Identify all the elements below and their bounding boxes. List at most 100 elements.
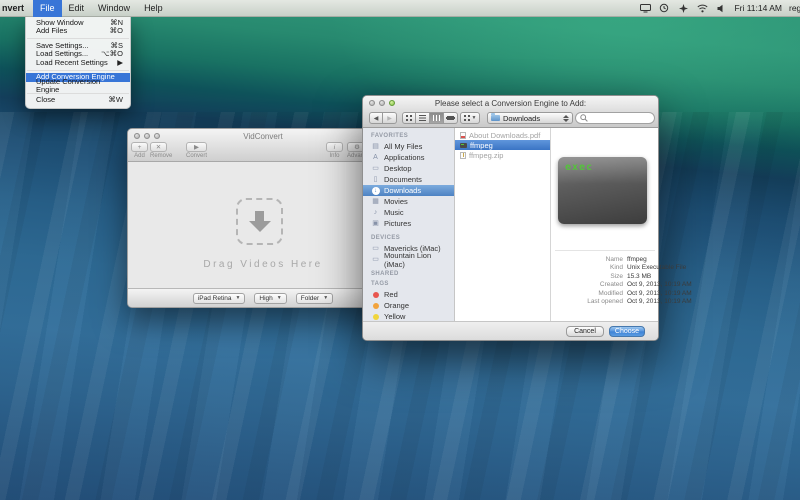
executable-file-icon [460,143,467,148]
grid-icon [464,115,470,121]
remove-button[interactable]: ✕ Remove [150,142,167,159]
file-row-ffmpeg[interactable]: ffmpeg [455,140,550,150]
folder-icon [491,115,500,121]
menu-bar-clock[interactable]: Fri 11:14 AM [734,3,782,13]
dropzone-label: Drag Videos Here [128,259,398,270]
down-arrow-icon [255,211,264,221]
sidebar-item-applications[interactable]: AApplications [363,152,454,163]
convert-button[interactable]: ▶ Convert [186,142,207,159]
menu-file[interactable]: File [33,0,62,17]
minimize-window-button[interactable] [144,133,150,139]
vidconvert-window: VidConvert + Add ✕ Remove ▶ Convert i In… [127,128,399,308]
music-note-icon: ♪ [371,208,380,217]
window-title: VidConvert [128,129,398,141]
menu-edit[interactable]: Edit [62,0,92,17]
user-menu-partial[interactable]: reg [789,3,800,13]
conversion-engine-dialog: Please select a Conversion Engine to Add… [362,95,659,341]
file-info-panel: Nameffmpeg KindUnix Executable File Size… [555,250,655,306]
sidebar-item-downloads[interactable]: ↓Downloads [363,185,454,196]
info-value: 15.3 MB [627,273,651,281]
info-label: Name [555,256,627,264]
popup-stepper-icon [561,115,569,122]
tags-header: TAGS [363,279,454,289]
info-value: ffmpeg [627,256,647,264]
dialog-toolbar: ◀ ▶ ▼ Downloads [363,109,658,128]
preview-column: exec Nameffmpeg KindUnix Executable File… [551,128,658,321]
zoom-window-button[interactable] [389,100,395,106]
sidebar-item-movies[interactable]: ▦Movies [363,196,454,207]
chevron-down-icon: ▼ [235,295,240,301]
info-value: Oct 9, 2013, 10:19 AM [627,281,692,289]
forward-button[interactable]: ▶ [383,112,397,124]
sidebar-item-documents[interactable]: ▯Documents [363,174,454,185]
menu-help[interactable]: Help [137,0,170,17]
zoom-window-button[interactable] [154,133,160,139]
menu-item-add-files[interactable]: Add Files⌘O [26,27,130,35]
vidconvert-titlebar[interactable]: VidConvert + Add ✕ Remove ▶ Convert i In… [128,129,398,162]
menu-item-load-recent-settings[interactable]: Load Recent Settings▶ [26,59,130,67]
location-popup[interactable]: Downloads [487,112,573,124]
drop-target[interactable] [236,198,283,245]
grid-icon [406,115,412,121]
info-button[interactable]: i Info [326,142,343,159]
icon-view-button[interactable] [402,112,416,124]
format-dropdown[interactable]: iPad Retina▼ [193,293,246,304]
movies-icon: ▦ [371,197,380,206]
sidebar-item-music[interactable]: ♪Music [363,207,454,218]
dialog-title: Please select a Conversion Engine to Add… [363,96,658,108]
computer-icon: ▭ [371,244,380,253]
info-icon: i [326,142,343,152]
file-row-about-downloads[interactable]: About Downloads.pdf [455,130,550,140]
applications-icon: A [371,153,380,162]
destination-dropdown[interactable]: Folder▼ [296,293,333,304]
coverflow-view-button[interactable] [444,112,458,124]
chevron-down-icon: ▼ [277,295,282,301]
info-label: Modified [555,290,627,298]
info-label: Size [555,273,627,281]
list-view-button[interactable] [416,112,430,124]
quality-dropdown[interactable]: High▼ [254,293,286,304]
sidebar-item-mountain-lion-imac[interactable]: ▭Mountain Lion (iMac) [363,254,454,265]
time-machine-icon[interactable] [658,2,670,14]
search-field[interactable] [575,112,655,124]
file-list-column: About Downloads.pdf ffmpeg ffmpeg.zip [455,128,551,321]
close-window-button[interactable] [134,133,140,139]
add-button[interactable]: + Add [131,142,148,159]
sidebar-item-pictures[interactable]: ▣Pictures [363,218,454,229]
notification-icon[interactable] [677,2,689,14]
app-menu-name[interactable]: nvert [0,3,33,13]
plus-icon: + [131,142,148,152]
menu-window[interactable]: Window [91,0,137,17]
wifi-icon[interactable] [696,2,708,14]
menu-item-update-conversion-engine[interactable]: Update Conversion Engine [26,82,130,90]
favorites-header: FAVORITES [363,131,454,141]
vidconvert-bottom-bar: iPad Retina▼ High▼ Folder▼ [128,288,398,307]
back-button[interactable]: ◀ [369,112,383,124]
menu-item-close[interactable]: Close⌘W [26,96,130,104]
pictures-icon: ▣ [371,219,380,228]
info-label: Created [555,281,627,289]
search-input[interactable] [591,115,649,122]
downloads-icon: ↓ [371,187,380,195]
arrange-menu-button[interactable]: ▼ [460,112,480,124]
file-row-ffmpeg-zip[interactable]: ffmpeg.zip [455,150,550,160]
red-tag-icon [373,292,379,298]
display-mirroring-icon[interactable] [639,2,651,14]
desktop-icon: ▭ [371,164,380,173]
all-my-files-icon: ▤ [371,142,380,151]
choose-button[interactable]: Choose [609,326,645,337]
sidebar-item-desktop[interactable]: ▭Desktop [363,163,454,174]
sidebar-item-tag-yellow[interactable]: Yellow [363,311,454,321]
sidebar-item-tag-orange[interactable]: Orange [363,300,454,311]
video-list-area: Drag Videos Here [128,162,398,288]
play-icon: ▶ [186,142,207,152]
dialog-titlebar[interactable]: Please select a Conversion Engine to Add… [363,96,658,128]
volume-icon[interactable] [715,2,727,14]
computer-icon: ▭ [371,255,380,264]
info-value: Unix Executable File [627,264,686,272]
sidebar-item-all-my-files[interactable]: ▤All My Files [363,141,454,152]
chevron-down-icon: ▼ [323,295,328,301]
cancel-button[interactable]: Cancel [566,326,604,337]
sidebar-item-tag-red[interactable]: Red [363,289,454,300]
column-view-button[interactable] [430,112,444,124]
